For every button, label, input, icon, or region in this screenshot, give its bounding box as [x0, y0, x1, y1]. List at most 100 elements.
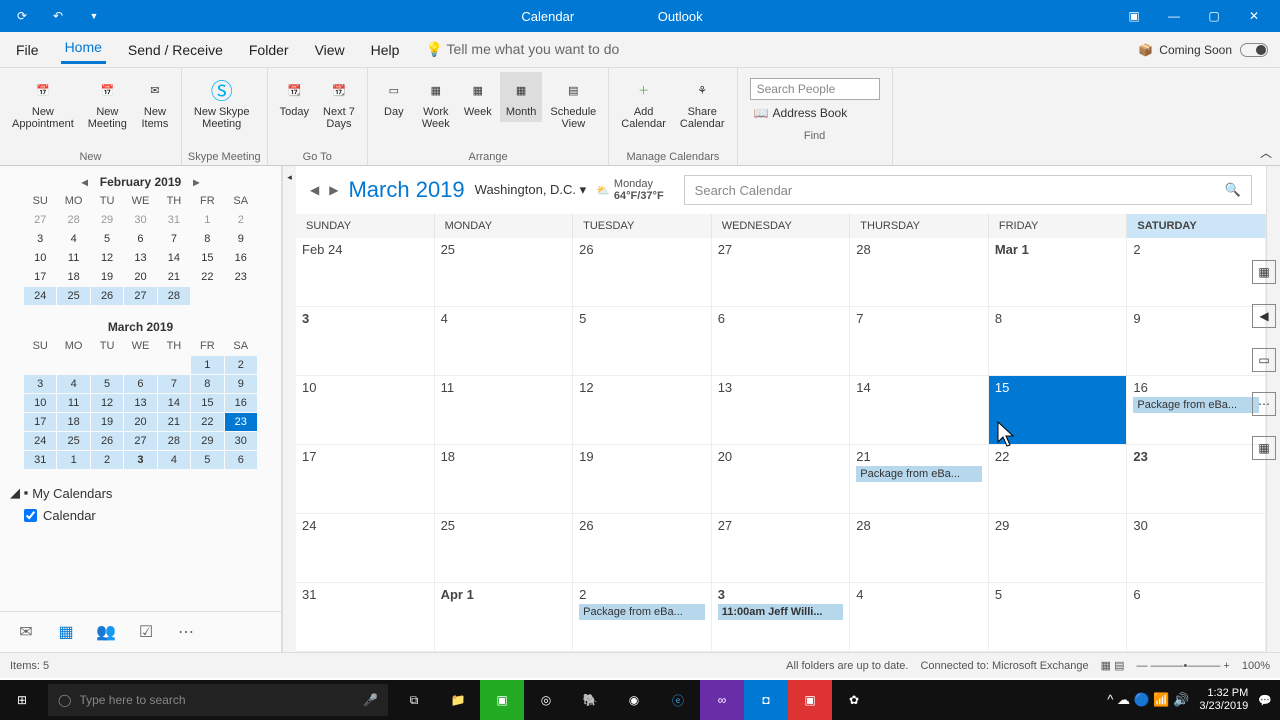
- explorer-icon[interactable]: 📁: [436, 680, 480, 720]
- calendar-cell[interactable]: 27: [712, 238, 851, 307]
- calendar-cell[interactable]: 8: [989, 307, 1128, 376]
- mini-day[interactable]: 24: [24, 287, 56, 305]
- mini-day[interactable]: 4: [57, 230, 89, 248]
- search-calendar-input[interactable]: Search Calendar 🔍: [684, 175, 1252, 205]
- mini-day[interactable]: 19: [91, 268, 123, 286]
- mini-day[interactable]: 11: [57, 394, 89, 412]
- shortcut-5[interactable]: ▦: [1252, 436, 1276, 460]
- mini-day[interactable]: 20: [124, 268, 156, 286]
- my-calendars-header[interactable]: ◢ ▪ My Calendars: [10, 481, 271, 505]
- day-view-button[interactable]: ▭Day: [374, 72, 414, 122]
- mini-day[interactable]: 24: [24, 432, 56, 450]
- mini-day[interactable]: 27: [24, 211, 56, 229]
- mini-day[interactable]: 29: [191, 432, 223, 450]
- search-people-input[interactable]: Search People: [750, 78, 880, 100]
- address-book-button[interactable]: 📖Address Book: [750, 104, 880, 122]
- calendar-checkbox[interactable]: [24, 509, 37, 522]
- mini-calendar-march[interactable]: March 2019SUMOTUWETHFRSA1234567891011121…: [0, 311, 281, 475]
- maximize-button[interactable]: ▢: [1196, 4, 1232, 28]
- mini-day[interactable]: 11: [57, 249, 89, 267]
- calendar-cell[interactable]: 4: [435, 307, 574, 376]
- calendar-event[interactable]: Package from eBa...: [856, 466, 982, 482]
- mini-day[interactable]: 5: [91, 230, 123, 248]
- calendar-cell[interactable]: 9: [1127, 307, 1266, 376]
- outlook-icon[interactable]: ◘: [744, 680, 788, 720]
- mini-day[interactable]: 12: [91, 249, 123, 267]
- calendar-cell[interactable]: 20: [712, 445, 851, 514]
- work-week-view-button[interactable]: ▦Work Week: [416, 72, 456, 134]
- mini-day[interactable]: 23: [225, 268, 257, 286]
- mini-day[interactable]: 10: [24, 249, 56, 267]
- new-items-button[interactable]: ✉ New Items: [135, 72, 175, 134]
- app-icon-3[interactable]: ✿: [832, 680, 876, 720]
- calendar-cell[interactable]: 14: [850, 376, 989, 445]
- mini-day[interactable]: 1: [191, 211, 223, 229]
- mini-day[interactable]: 14: [158, 394, 190, 412]
- notifications-icon[interactable]: 💬: [1258, 694, 1272, 707]
- skype-meeting-button[interactable]: Ⓢ New Skype Meeting: [188, 72, 256, 134]
- calendar-cell[interactable]: 15: [989, 376, 1128, 445]
- calendar-nav-icon[interactable]: ▦: [56, 622, 76, 642]
- mini-day[interactable]: 29: [91, 211, 123, 229]
- mini-day[interactable]: 21: [158, 413, 190, 431]
- mini-day[interactable]: 16: [225, 249, 257, 267]
- mini-day[interactable]: 19: [91, 413, 123, 431]
- sidebar-splitter[interactable]: ◂: [282, 166, 296, 652]
- dropdown-icon[interactable]: ▼: [80, 4, 108, 28]
- close-button[interactable]: ✕: [1236, 4, 1272, 28]
- mini-day[interactable]: 28: [158, 432, 190, 450]
- calendar-cell[interactable]: 6: [1127, 583, 1266, 652]
- mini-day[interactable]: 16: [225, 394, 257, 412]
- month-view-button[interactable]: ▦Month: [500, 72, 543, 122]
- calendar-cell[interactable]: 2: [1127, 238, 1266, 307]
- mini-day[interactable]: 18: [57, 413, 89, 431]
- app-icon-1[interactable]: ▣: [480, 680, 524, 720]
- calendar-cell[interactable]: 18: [435, 445, 574, 514]
- mail-nav-icon[interactable]: ✉: [16, 622, 36, 642]
- mini-day[interactable]: 8: [191, 375, 223, 393]
- mini-day[interactable]: 2: [225, 211, 257, 229]
- calendar-cell[interactable]: 27: [712, 514, 851, 583]
- mini-day[interactable]: 17: [24, 268, 56, 286]
- shortcut-1[interactable]: ▦: [1252, 260, 1276, 284]
- mini-day[interactable]: 5: [191, 451, 223, 469]
- minimize-button[interactable]: —: [1156, 4, 1192, 28]
- calendar-event[interactable]: Package from eBa...: [579, 604, 705, 620]
- schedule-view-button[interactable]: ▤Schedule View: [544, 72, 602, 134]
- calendar-cell[interactable]: 2Package from eBa...: [573, 583, 712, 652]
- mini-day[interactable]: 27: [124, 287, 156, 305]
- mini-day[interactable]: 3: [124, 451, 156, 469]
- menu-folder[interactable]: Folder: [245, 38, 293, 62]
- next-month-button[interactable]: ▶: [329, 183, 338, 197]
- mini-day[interactable]: [57, 356, 89, 374]
- mini-day[interactable]: 13: [124, 249, 156, 267]
- calendar-event[interactable]: 11:00am Jeff Willi...: [718, 604, 844, 620]
- calendar-cell[interactable]: 11: [435, 376, 574, 445]
- tell-me-search[interactable]: 💡 Tell me what you want to do: [421, 37, 623, 62]
- mini-day[interactable]: 20: [124, 413, 156, 431]
- calendar-cell[interactable]: 31: [296, 583, 435, 652]
- calendar-cell[interactable]: 26: [573, 238, 712, 307]
- calendar-cell[interactable]: Apr 1: [435, 583, 574, 652]
- location-dropdown[interactable]: Washington, D.C. ▾: [475, 182, 587, 198]
- today-button[interactable]: 📆 Today: [274, 72, 315, 122]
- mini-day[interactable]: 9: [225, 230, 257, 248]
- calendar-grid[interactable]: Feb 2425262728Mar 1234567891011121314151…: [296, 238, 1266, 652]
- vs-icon[interactable]: ∞: [700, 680, 744, 720]
- weather-widget[interactable]: ⛅ Monday64°F/37°F: [596, 178, 663, 202]
- calendar-cell[interactable]: 7: [850, 307, 989, 376]
- coming-soon-toggle[interactable]: [1240, 43, 1268, 57]
- calendar-cell[interactable]: 25: [435, 514, 574, 583]
- mini-day[interactable]: 23: [225, 413, 257, 431]
- calendar-cell[interactable]: 13: [712, 376, 851, 445]
- calendar-cell[interactable]: 28: [850, 514, 989, 583]
- mini-day[interactable]: 2: [225, 356, 257, 374]
- camtasia-icon[interactable]: ▣: [788, 680, 832, 720]
- mini-day[interactable]: [124, 356, 156, 374]
- calendar-cell[interactable]: 30: [1127, 514, 1266, 583]
- mini-day[interactable]: 30: [124, 211, 156, 229]
- mini-day[interactable]: 8: [191, 230, 223, 248]
- calendar-cell[interactable]: 5: [989, 583, 1128, 652]
- ribbon-collapse-button[interactable]: ︿: [1252, 140, 1280, 165]
- week-view-button[interactable]: ▦Week: [458, 72, 498, 122]
